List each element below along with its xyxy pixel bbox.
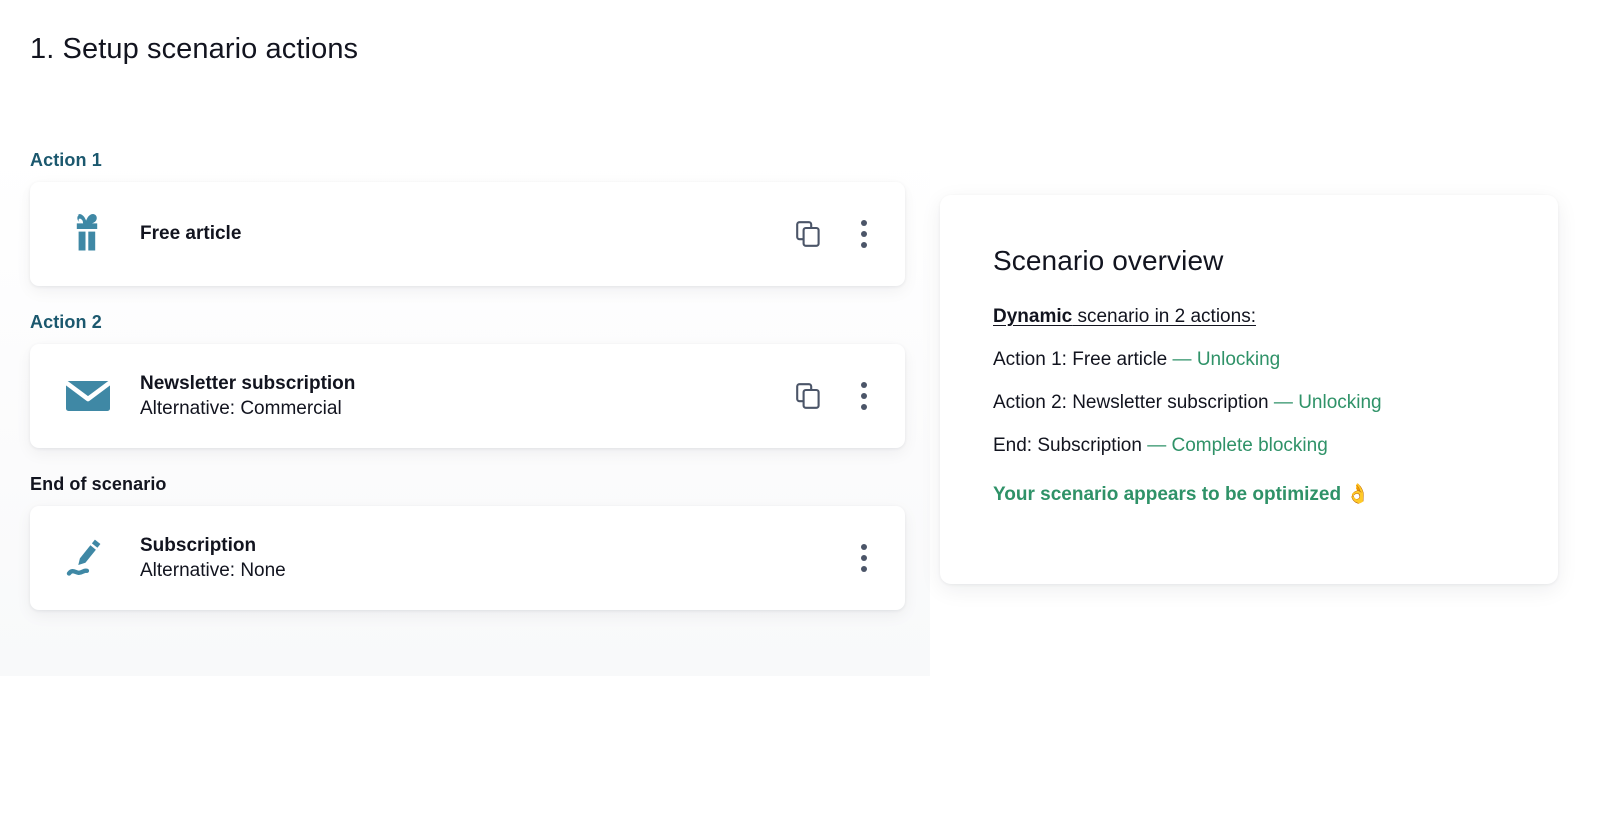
- group-label-action-1: Action 1: [30, 150, 102, 170]
- page-title: 1. Setup scenario actions: [30, 33, 359, 65]
- scenario-setup-page: 1. Setup scenario actions Action 1 Free …: [0, 0, 1600, 838]
- action-card-title: Subscription: [140, 534, 257, 556]
- action-card-controls: [849, 543, 879, 573]
- action-card-title: Free article: [140, 223, 242, 245]
- overview-line-action-1: Action 1: Free article — Unlocking: [993, 349, 1516, 371]
- three-dot-menu: [854, 544, 874, 572]
- action-card-free-article[interactable]: Free article: [30, 182, 905, 286]
- action-card-title: Newsletter subscription: [140, 372, 356, 394]
- gift-icon: [64, 212, 122, 256]
- action-card-subtitle: Alternative: None: [140, 560, 286, 581]
- three-dot-menu: [854, 382, 874, 410]
- group-label-end-of-scenario: End of scenario: [30, 474, 167, 494]
- action-card-text: Newsletter subscription Alternative: Com…: [140, 371, 793, 422]
- action-card-newsletter-subscription[interactable]: Newsletter subscription Alternative: Com…: [30, 344, 905, 448]
- overview-status-text: Your scenario appears to be optimized: [993, 484, 1342, 505]
- action-card-controls: [793, 219, 879, 249]
- overview-line-label: End: Subscription: [993, 435, 1142, 456]
- action-card-text: Subscription Alternative: None: [140, 533, 849, 584]
- overview-line-end: End: Subscription — Complete blocking: [993, 435, 1516, 457]
- action-card-subtitle: Alternative: Commercial: [140, 398, 342, 419]
- duplicate-icon[interactable]: [793, 381, 823, 411]
- overview-line-separator: —: [1141, 435, 1172, 456]
- scenario-overview-panel: Scenario overview Dynamic scenario in 2 …: [940, 195, 1558, 584]
- overview-line-label: Action 1: Free article: [993, 349, 1168, 370]
- actions-column: Action 1 Free article Action 2 Newslette…: [0, 150, 930, 676]
- overview-line-value: Complete blocking: [1171, 435, 1328, 456]
- overview-line-value: Unlocking: [1298, 392, 1382, 413]
- overview-summary-rest: scenario in 2 actions:: [1072, 306, 1256, 327]
- more-options-icon[interactable]: [849, 219, 879, 249]
- overview-title: Scenario overview: [993, 245, 1224, 276]
- more-options-icon[interactable]: [849, 543, 879, 573]
- overview-line-value: Unlocking: [1196, 349, 1281, 370]
- overview-line-action-2: Action 2: Newsletter subscription — Unlo…: [993, 392, 1516, 414]
- overview-status-message: Your scenario appears to be optimized 👌: [993, 482, 1516, 506]
- action-card-controls: [793, 381, 879, 411]
- action-group-1: Action 1 Free article: [0, 150, 930, 286]
- overview-summary: Dynamic scenario in 2 actions:: [993, 306, 1516, 328]
- duplicate-icon[interactable]: [793, 219, 823, 249]
- action-group-end: End of scenario Subscription Alternative…: [0, 474, 930, 610]
- action-card-text: Free article: [140, 221, 793, 246]
- envelope-icon: [64, 376, 122, 416]
- action-group-2: Action 2 Newsletter subscription Alterna…: [0, 312, 930, 448]
- overview-line-label: Action 2: Newsletter subscription: [993, 392, 1269, 413]
- overview-line-separator: —: [1268, 392, 1299, 413]
- group-label-action-2: Action 2: [30, 312, 102, 332]
- ok-hand-emoji: 👌: [1346, 483, 1371, 505]
- three-dot-menu: [854, 220, 874, 248]
- overview-line-separator: —: [1167, 349, 1197, 370]
- action-card-subscription[interactable]: Subscription Alternative: None: [30, 506, 905, 610]
- signature-pen-icon: [64, 535, 122, 581]
- overview-summary-emphasis: Dynamic: [993, 306, 1073, 327]
- more-options-icon[interactable]: [849, 381, 879, 411]
